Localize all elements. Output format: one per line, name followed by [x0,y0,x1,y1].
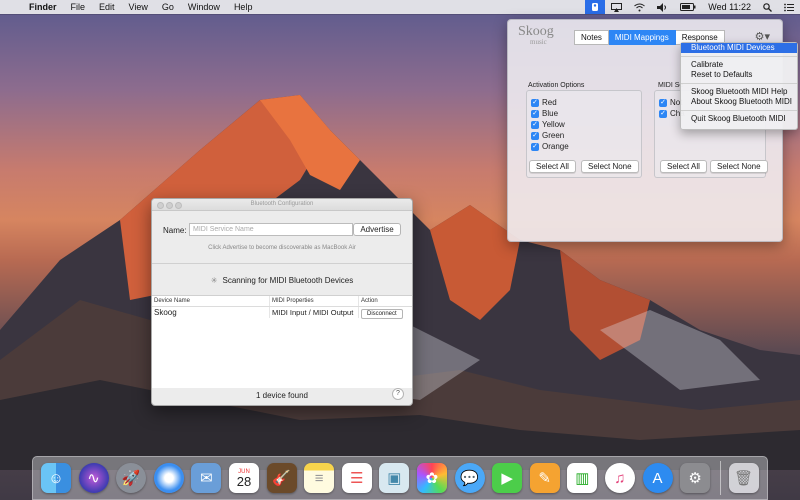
menu-separator [681,83,797,84]
column-action[interactable]: Action [358,296,412,306]
checkbox-checked-icon[interactable]: ✓ [531,120,539,129]
disconnect-button[interactable]: Disconnect [361,309,403,319]
table-header: Device Name MIDI Properties Action [152,296,412,307]
reminders-icon[interactable]: ☰ [341,463,372,493]
wifi-icon[interactable] [628,0,651,14]
battery-icon[interactable] [674,0,702,14]
option-orange[interactable]: ✓ Orange [527,141,641,152]
menu-clock[interactable]: Wed 11:22 [702,0,757,14]
option-green[interactable]: ✓ Green [527,130,641,141]
volume-icon[interactable] [651,0,674,14]
checkbox-checked-icon[interactable]: ✓ [659,98,667,107]
preview-icon[interactable]: ▣ [379,463,410,493]
menu-item-about[interactable]: About Skoog Bluetooth MIDI [681,97,797,107]
column-device-name[interactable]: Device Name [152,296,269,306]
window-titlebar[interactable]: Bluetooth Configuration [152,199,412,211]
skoog-menu-icon[interactable] [585,0,606,14]
dock: ☺ ∿ 🚀 ✧ ✉ JUN 28 🎸 ≡ ☰ ▣ ✿ 💬 ▶ ✎ ▥ ♫ A ⚙… [32,456,768,500]
calendar-icon[interactable]: JUN 28 [228,463,259,493]
checkbox-checked-icon[interactable]: ✓ [659,109,667,118]
spinner-icon: ✳ [210,276,218,285]
midi-properties-cell: MIDI Input / MIDI Output [269,307,358,318]
activation-select-none-button[interactable]: Select None [581,160,639,173]
settings-dropdown-menu: Bluetooth MIDI Devices Calibrate Reset t… [680,42,798,130]
spotlight-icon[interactable] [757,0,778,14]
name-label: Name: [163,226,187,235]
device-count-status: 1 device found [255,391,309,400]
advertise-hint: Click Advertise to become discoverable a… [208,245,356,251]
app-store-icon[interactable]: A [642,463,673,493]
menu-go[interactable]: Go [155,2,181,12]
menu-item-help[interactable]: Skoog Bluetooth MIDI Help [681,87,797,97]
siri-icon[interactable]: ∿ [78,463,109,493]
tab-midi-mappings[interactable]: MIDI Mappings [608,30,676,45]
option-yellow[interactable]: ✓ Yellow [527,119,641,130]
menu-file[interactable]: File [64,2,93,12]
advertise-button[interactable]: Advertise [353,223,401,236]
finder-icon[interactable]: ☺ [41,463,71,493]
help-button[interactable]: ? [392,388,404,400]
zoom-button[interactable] [175,202,182,209]
notification-center-icon[interactable] [778,0,800,14]
airplay-icon[interactable] [605,0,628,14]
trash-icon[interactable]: 🗑 [728,463,759,493]
bluetooth-configuration-window: Bluetooth Configuration Name: MIDI Servi… [151,198,413,406]
menu-item-calibrate[interactable]: Calibrate [681,60,797,70]
table-row[interactable]: Skoog MIDI Input / MIDI Output Disconnec… [152,307,412,319]
menu-app-name[interactable]: Finder [22,2,64,12]
pages-icon[interactable]: ✎ [529,463,560,493]
menu-help[interactable]: Help [227,2,260,12]
devices-table: Device Name MIDI Properties Action Skoog… [152,295,412,388]
checkbox-checked-icon[interactable]: ✓ [531,131,539,140]
midi-service-name-input[interactable]: MIDI Service Name [189,223,353,236]
option-red[interactable]: ✓ Red [527,97,641,108]
window-title: Bluetooth Configuration [250,201,314,207]
skoog-logo: Skoog music [518,24,554,47]
menu-separator [681,56,797,57]
action-cell: Disconnect [358,307,412,319]
safari-icon[interactable]: ✧ [153,463,184,493]
notes-icon[interactable]: ≡ [304,463,335,493]
checkbox-checked-icon[interactable]: ✓ [531,98,539,107]
numbers-icon[interactable]: ▥ [567,463,598,493]
divider [152,263,412,264]
menu-item-quit[interactable]: Quit Skoog Bluetooth MIDI [681,114,797,124]
activation-select-all-button[interactable]: Select All [529,160,576,173]
menu-separator [681,110,797,111]
minimize-button[interactable] [166,202,173,209]
option-blue[interactable]: ✓ Blue [527,108,641,119]
facetime-icon[interactable]: ▶ [492,463,523,493]
menu-item-bluetooth-midi-devices[interactable]: Bluetooth MIDI Devices [681,43,797,53]
garageband-icon[interactable]: 🎸 [266,463,297,493]
system-preferences-icon[interactable]: ⚙ [680,463,711,493]
menu-bar: Finder File Edit View Go Window Help Wed… [0,0,800,14]
dock-separator [719,461,721,495]
close-button[interactable] [157,202,164,209]
tab-notes[interactable]: Notes [574,30,609,45]
menu-edit[interactable]: Edit [92,2,122,12]
itunes-icon[interactable]: ♫ [604,463,635,493]
menu-window[interactable]: Window [181,2,227,12]
midi-select-all-button[interactable]: Select All [660,160,707,173]
photos-icon[interactable]: ✿ [416,463,447,493]
midi-select-none-button[interactable]: Select None [710,160,768,173]
checkbox-checked-icon[interactable]: ✓ [531,142,539,151]
column-midi-properties[interactable]: MIDI Properties [269,296,358,306]
device-name-cell: Skoog [154,308,177,317]
menu-view[interactable]: View [122,2,155,12]
menu-item-reset-to-defaults[interactable]: Reset to Defaults [681,70,797,80]
mail-icon[interactable]: ✉ [191,463,222,493]
launchpad-icon[interactable]: 🚀 [116,463,147,493]
activation-options-title: Activation Options [528,82,585,89]
messages-icon[interactable]: 💬 [454,463,485,493]
scanning-status: ✳ Scanning for MIDI Bluetooth Devices [210,276,354,285]
checkbox-checked-icon[interactable]: ✓ [531,109,539,118]
